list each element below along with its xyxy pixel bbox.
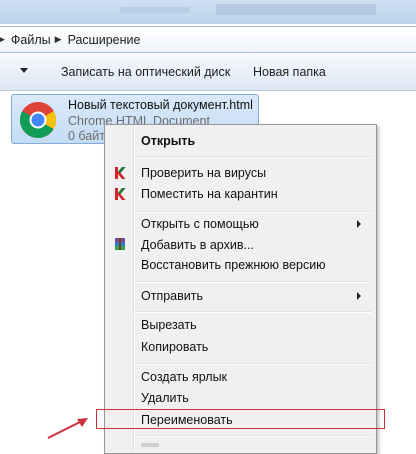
winrar-icon (115, 238, 125, 250)
menu-item-cut[interactable]: Вырезать (141, 316, 197, 334)
rename-highlight-box (96, 409, 385, 429)
dropdown-arrow-icon[interactable] (20, 68, 28, 73)
file-size: 0 байт (68, 129, 105, 143)
context-menu: Открыть Проверить на вирусы Поместить на… (104, 124, 377, 454)
menu-separator (135, 435, 371, 437)
menu-item-delete[interactable]: Удалить (141, 389, 189, 407)
menu-item-open-with[interactable]: Открыть с помощью (141, 215, 259, 233)
address-bar[interactable]: ▶ Файлы ▶ Расширение (0, 26, 416, 53)
burn-disc-button[interactable]: Записать на оптический диск (61, 65, 230, 79)
menu-separator (135, 281, 371, 283)
menu-item-copy[interactable]: Копировать (141, 338, 208, 356)
titlebar-blurred-text (120, 7, 190, 13)
menu-separator (135, 211, 371, 213)
menu-separator (135, 156, 371, 158)
menu-icon-gutter (133, 125, 135, 453)
breadcrumb-separator-icon[interactable]: ▶ (55, 35, 62, 45)
menu-item-quarantine[interactable]: Поместить на карантин (141, 185, 278, 203)
menu-item-create-shortcut[interactable]: Создать ярлык (141, 368, 227, 386)
file-name: Новый текстовый документ.html (68, 98, 253, 112)
submenu-arrow-icon (357, 220, 361, 228)
menu-separator (135, 363, 371, 365)
window-titlebar (0, 0, 416, 24)
menu-item-add-to-archive[interactable]: Добавить в архив... (141, 236, 254, 254)
breadcrumb-separator-icon[interactable]: ▶ (0, 35, 5, 45)
menu-item-restore-version[interactable]: Восстановить прежнюю версию (141, 256, 326, 274)
kaspersky-icon (115, 167, 126, 179)
submenu-arrow-icon (357, 292, 361, 300)
command-toolbar: ​ Записать на оптический диск Новая папк… (0, 54, 416, 91)
breadcrumb-item-extension[interactable]: Расширение (68, 33, 141, 47)
menu-item-send-to[interactable]: Отправить (141, 287, 203, 305)
titlebar-blurred-title (216, 4, 376, 15)
breadcrumb-item-files[interactable]: Файлы (11, 33, 51, 47)
kaspersky-icon (115, 188, 126, 200)
red-arrow-icon (47, 418, 88, 439)
menu-item-open[interactable]: Открыть (141, 132, 195, 150)
menu-item-scan-virus[interactable]: Проверить на вирусы (141, 164, 266, 182)
new-folder-button[interactable]: Новая папка (253, 65, 326, 79)
chrome-icon (19, 101, 57, 139)
menu-separator (135, 311, 371, 313)
menu-item-cutoff (141, 443, 159, 447)
